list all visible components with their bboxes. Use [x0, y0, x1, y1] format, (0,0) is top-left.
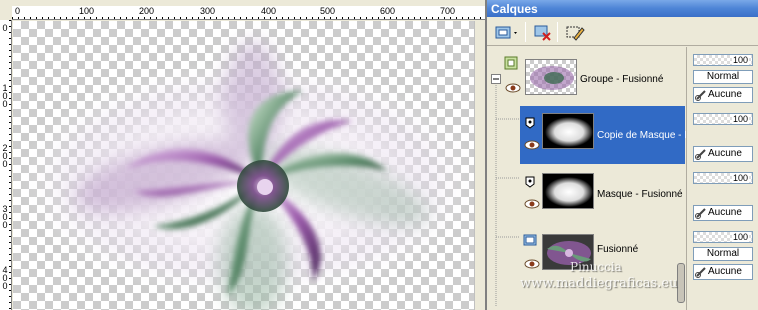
layers-scrollbar[interactable] — [677, 263, 685, 303]
fractal-flower-image — [19, 41, 479, 310]
new-layer-button[interactable] — [491, 21, 521, 43]
vruler-label-400: 4 0 0 — [2, 265, 8, 291]
layer-properties-icon — [566, 26, 585, 41]
link-set-select[interactable]: Aucune — [693, 264, 753, 280]
ruler-top: 0 100 200 300 400 500 600 700 — [12, 6, 485, 20]
opacity-slider[interactable]: 100 — [693, 54, 753, 66]
layer-thumbnail — [542, 173, 594, 209]
link-set-select[interactable]: Aucune — [693, 205, 753, 221]
ruler-left: 0 1 0 0 2 0 0 3 0 0 4 0 0 — [0, 20, 12, 310]
chain-icon — [695, 149, 706, 160]
ruler-label-400: 400 — [261, 6, 277, 16]
opacity-slider[interactable]: 100 — [693, 172, 753, 184]
layer-thumbnail — [542, 113, 594, 149]
blend-mode-select[interactable]: Normal — [693, 70, 753, 84]
ruler-label-300: 300 — [200, 6, 216, 16]
canvas-scrollbar[interactable] — [474, 21, 485, 310]
layer-delete-icon — [534, 25, 551, 41]
tree-guides — [495, 85, 519, 307]
props-row-mask-copy: 100 Aucune — [687, 109, 758, 167]
props-row-group: 100 Normal Aucune — [687, 50, 758, 108]
props-row-mask: 100 Aucune — [687, 168, 758, 226]
link-set-select[interactable]: Aucune — [693, 87, 753, 103]
layer-new-icon — [495, 26, 517, 39]
layer-name: Groupe - Fusionné — [580, 74, 664, 85]
vruler-label-300: 3 0 0 — [2, 204, 8, 230]
panel-title: Calques — [487, 0, 758, 17]
props-row-raster: 100 Normal Aucune — [687, 227, 758, 285]
layer-name: Masque - Fusionné — [597, 189, 683, 200]
opacity-slider[interactable]: 100 — [693, 113, 753, 125]
delete-layer-button[interactable] — [531, 21, 553, 43]
canvas-area: 0 100 200 300 400 500 600 700 0 1 0 0 2 … — [0, 0, 485, 310]
layer-thumbnail — [525, 59, 577, 95]
ruler-label-500: 500 — [320, 6, 336, 16]
layer-properties-button[interactable] — [563, 21, 585, 43]
blend-mode-select[interactable]: Normal — [693, 247, 753, 261]
opacity-slider[interactable]: 100 — [693, 231, 753, 243]
layer-tree: Groupe - Fusionné Copie de Masque - F Ma… — [487, 47, 690, 310]
vruler-label-100: 1 0 0 — [2, 83, 8, 109]
layer-properties-column: 100 Normal Aucune 100 Aucune 100 Aucune — [686, 47, 758, 310]
vruler-label-200: 2 0 0 — [2, 143, 8, 169]
ruler-label-600: 600 — [380, 6, 396, 16]
ruler-corner — [0, 6, 12, 20]
chain-icon — [695, 90, 706, 101]
chain-icon — [695, 267, 706, 278]
layers-toolbar — [487, 18, 758, 46]
ruler-label-100: 100 — [79, 6, 95, 16]
layer-name: Copie de Masque - F — [597, 130, 691, 141]
layer-thumbnail — [542, 234, 594, 270]
ruler-label-0: 0 — [15, 6, 21, 16]
layers-panel: Calques Groupe - Fusionné Copie de Masqu… — [485, 0, 758, 310]
image-canvas[interactable] — [13, 21, 485, 310]
ruler-label-700: 700 — [440, 6, 456, 16]
link-set-select[interactable]: Aucune — [693, 146, 753, 162]
chain-icon — [695, 208, 706, 219]
vruler-label-0: 0 — [2, 23, 8, 33]
ruler-label-200: 200 — [139, 6, 155, 16]
layer-name: Fusionné — [597, 244, 639, 255]
